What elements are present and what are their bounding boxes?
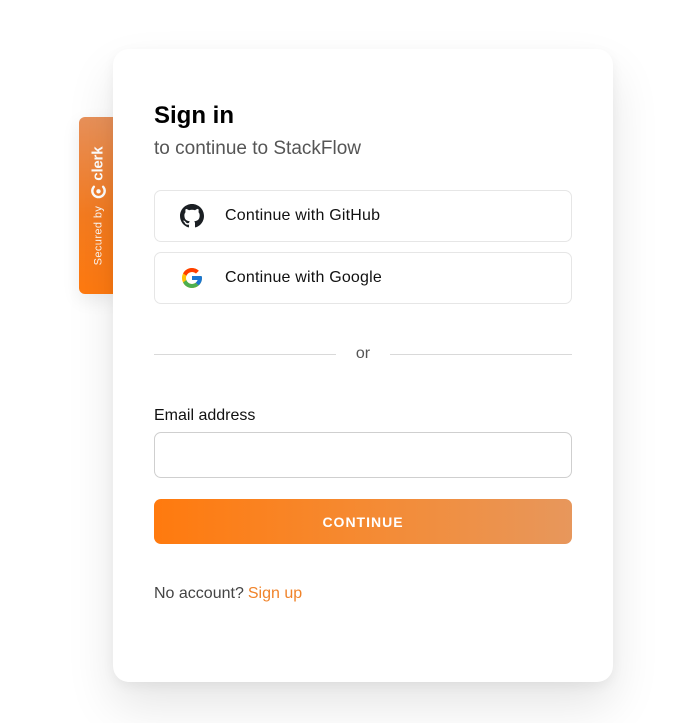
clerk-logo-icon	[90, 185, 106, 199]
sign-up-link[interactable]: Sign up	[248, 585, 302, 602]
email-field[interactable]	[154, 432, 572, 478]
page: Secured by clerk Sign in to continue to …	[0, 0, 689, 723]
clerk-wordmark: clerk	[89, 146, 107, 181]
divider-text: or	[355, 345, 371, 362]
or-divider: or	[154, 345, 573, 363]
continue-button[interactable]: CONTINUE	[154, 499, 572, 544]
secured-by-badge[interactable]: Secured by clerk	[79, 117, 117, 294]
secured-by-text: Secured by	[92, 205, 104, 265]
social-buttons: Continue with GitHub Continue with Googl…	[154, 190, 572, 304]
secured-by-content: Secured by clerk	[90, 146, 107, 265]
continue-with-google-button[interactable]: Continue with Google	[154, 252, 572, 304]
continue-with-github-button[interactable]: Continue with GitHub	[154, 190, 572, 242]
divider-line-left	[154, 353, 336, 355]
clerk-brand: clerk	[90, 146, 107, 199]
page-title: Sign in	[154, 102, 234, 129]
github-button-label: Continue with GitHub	[225, 207, 381, 224]
sign-up-prompt: No account? Sign up	[154, 585, 572, 603]
google-button-label: Continue with Google	[225, 269, 382, 286]
google-icon	[180, 266, 204, 290]
no-account-text: No account?	[154, 585, 244, 602]
email-label: Email address	[154, 407, 256, 424]
sign-in-card: Sign in to continue to StackFlow Continu…	[113, 49, 613, 682]
github-icon	[180, 204, 204, 228]
divider-line-right	[390, 353, 573, 355]
page-subtitle: to continue to StackFlow	[154, 138, 361, 159]
